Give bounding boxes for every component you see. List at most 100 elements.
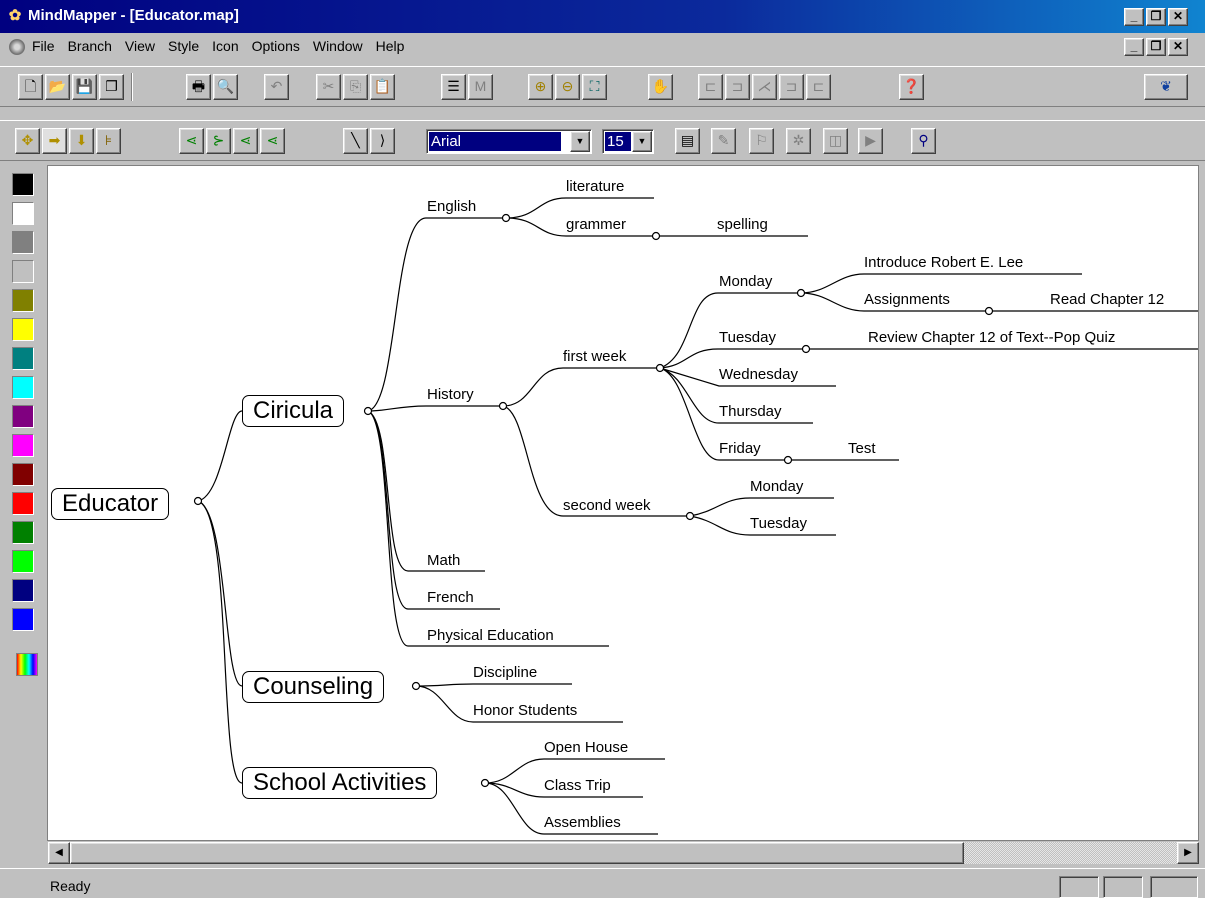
zoom-out-icon[interactable]: ⊖ bbox=[555, 74, 580, 100]
horizontal-scrollbar[interactable]: ◀ ▶ bbox=[48, 842, 1199, 864]
branch-handle[interactable] bbox=[796, 288, 806, 298]
mind-map-canvas[interactable]: Educator Ciricula Counseling School Acti… bbox=[47, 165, 1199, 841]
color-swatch[interactable] bbox=[12, 173, 34, 196]
layout-both-icon[interactable]: ⊱ bbox=[206, 128, 231, 154]
app-icon[interactable]: ✿ bbox=[6, 7, 24, 25]
close-button[interactable]: ✕ bbox=[1168, 8, 1188, 26]
menu-options[interactable]: Options bbox=[252, 38, 300, 54]
root-node[interactable]: Educator bbox=[51, 488, 170, 520]
branch-introduce[interactable]: Introduce Robert E. Lee bbox=[864, 254, 1023, 271]
branch-thursday[interactable]: Thursday bbox=[719, 403, 782, 420]
minimize-button[interactable]: _ bbox=[1124, 8, 1144, 26]
doc-close-button[interactable]: ✕ bbox=[1168, 38, 1188, 56]
open-folder-icon[interactable]: 📂 bbox=[45, 74, 70, 100]
new-file-icon[interactable]: 🗋 bbox=[18, 74, 43, 100]
custom-color-icon[interactable] bbox=[16, 653, 38, 676]
color-swatch[interactable] bbox=[12, 608, 34, 631]
branch-read-chapter[interactable]: Read Chapter 12 bbox=[1050, 291, 1164, 308]
document-gear-icon[interactable] bbox=[8, 38, 26, 56]
branch-english[interactable]: English bbox=[427, 198, 476, 215]
menu-style[interactable]: Style bbox=[168, 38, 199, 54]
move-down-icon[interactable]: ⬇ bbox=[69, 128, 94, 154]
node-school-activities[interactable]: School Activities bbox=[242, 767, 438, 799]
curved-line-icon[interactable]: ⟩ bbox=[370, 128, 395, 154]
straight-line-icon[interactable]: ╲ bbox=[343, 128, 368, 154]
cut-icon[interactable]: ✂ bbox=[316, 74, 341, 100]
color-swatch[interactable] bbox=[12, 202, 34, 225]
zoom-in-icon[interactable]: ⊕ bbox=[528, 74, 553, 100]
branch-handle[interactable] bbox=[498, 401, 508, 411]
menu-view[interactable]: View bbox=[125, 38, 155, 54]
size-dropdown-arrow-icon[interactable]: ▼ bbox=[632, 131, 652, 152]
branch-up-icon[interactable]: ⋌ bbox=[752, 74, 777, 100]
attach-icon[interactable]: ⚐ bbox=[749, 128, 774, 154]
color-swatch[interactable] bbox=[12, 231, 34, 254]
branch-grammer[interactable]: grammer bbox=[566, 216, 626, 233]
branch-handle[interactable] bbox=[783, 455, 793, 465]
branch-handle[interactable] bbox=[655, 363, 665, 373]
move-all-icon[interactable]: ✥ bbox=[15, 128, 40, 154]
edit-icon[interactable]: ✎ bbox=[711, 128, 736, 154]
help-icon[interactable]: ❓ bbox=[899, 74, 924, 100]
scroll-thumb[interactable] bbox=[70, 842, 964, 864]
branch-handle[interactable] bbox=[480, 778, 490, 788]
menu-icon[interactable]: Icon bbox=[212, 38, 238, 54]
note-icon[interactable]: ▤ bbox=[675, 128, 700, 154]
branch-math[interactable]: Math bbox=[427, 552, 460, 569]
branch-handle[interactable] bbox=[685, 511, 695, 521]
branch-handle[interactable] bbox=[801, 344, 811, 354]
tree-layout-icon[interactable]: ⊧ bbox=[96, 128, 121, 154]
scroll-left-icon[interactable]: ◀ bbox=[48, 842, 70, 864]
branch-open-house[interactable]: Open House bbox=[544, 739, 628, 756]
branch-physical-education[interactable]: Physical Education bbox=[427, 627, 554, 644]
branch-monday-2[interactable]: Monday bbox=[750, 478, 803, 495]
color-swatch[interactable] bbox=[12, 376, 34, 399]
color-swatch[interactable] bbox=[12, 289, 34, 312]
paste-icon[interactable]: 📋 bbox=[370, 74, 395, 100]
settings-icon[interactable]: ✲ bbox=[786, 128, 811, 154]
color-swatch[interactable] bbox=[12, 260, 34, 283]
branch-french[interactable]: French bbox=[427, 589, 474, 606]
branch-handle[interactable] bbox=[984, 306, 994, 316]
branch-test[interactable]: Test bbox=[848, 440, 876, 457]
save-icon[interactable]: 💾 bbox=[72, 74, 97, 100]
branch-wednesday[interactable]: Wednesday bbox=[719, 366, 798, 383]
menu-window[interactable]: Window bbox=[313, 38, 363, 54]
branch-left-icon[interactable]: ⊏ bbox=[698, 74, 723, 100]
branch-handle[interactable] bbox=[193, 496, 203, 506]
branch-spelling[interactable]: spelling bbox=[717, 216, 768, 233]
branch-monday[interactable]: Monday bbox=[719, 273, 772, 290]
menu-file[interactable]: File bbox=[32, 38, 55, 54]
branch-tuesday-2[interactable]: Tuesday bbox=[750, 515, 807, 532]
doc-restore-button[interactable]: ❐ bbox=[1146, 38, 1166, 56]
node-ciricula[interactable]: Ciricula bbox=[242, 395, 345, 427]
menu-branch[interactable]: Branch bbox=[68, 38, 112, 54]
branch-handle[interactable] bbox=[501, 213, 511, 223]
font-dropdown-arrow-icon[interactable]: ▼ bbox=[570, 131, 590, 152]
branch-friday[interactable]: Friday bbox=[719, 440, 761, 457]
branch-second-week[interactable]: second week bbox=[563, 497, 651, 514]
menu-help[interactable]: Help bbox=[376, 38, 405, 54]
copy-icon[interactable]: ⎘ bbox=[343, 74, 368, 100]
color-swatch[interactable] bbox=[12, 579, 34, 602]
color-swatch[interactable] bbox=[12, 550, 34, 573]
branch-honor-students[interactable]: Honor Students bbox=[473, 702, 577, 719]
branch-assemblies[interactable]: Assemblies bbox=[544, 814, 621, 831]
branch-review[interactable]: Review Chapter 12 of Text--Pop Quiz bbox=[868, 329, 1115, 346]
undo-icon[interactable]: ↶ bbox=[264, 74, 289, 100]
color-swatch[interactable] bbox=[12, 405, 34, 428]
doc-minimize-button[interactable]: _ bbox=[1124, 38, 1144, 56]
scroll-right-icon[interactable]: ▶ bbox=[1177, 842, 1199, 864]
print-icon[interactable]: 🖶 bbox=[186, 74, 211, 100]
app-logo-icon[interactable]: ❦ bbox=[1144, 74, 1188, 100]
font-size-select[interactable]: 15 ▼ bbox=[602, 129, 654, 154]
branch-first-week[interactable]: first week bbox=[563, 348, 626, 365]
layout-right-icon[interactable]: ⋖ bbox=[179, 128, 204, 154]
color-swatch[interactable] bbox=[12, 318, 34, 341]
restore-button[interactable]: ❐ bbox=[1146, 8, 1166, 26]
fit-to-window-icon[interactable]: ⛶ bbox=[582, 74, 607, 100]
hand-pan-icon[interactable]: ✋ bbox=[648, 74, 673, 100]
branch-history[interactable]: History bbox=[427, 386, 474, 403]
branch-handle[interactable] bbox=[651, 231, 661, 241]
outline-view-icon[interactable]: ☰ bbox=[441, 74, 466, 100]
